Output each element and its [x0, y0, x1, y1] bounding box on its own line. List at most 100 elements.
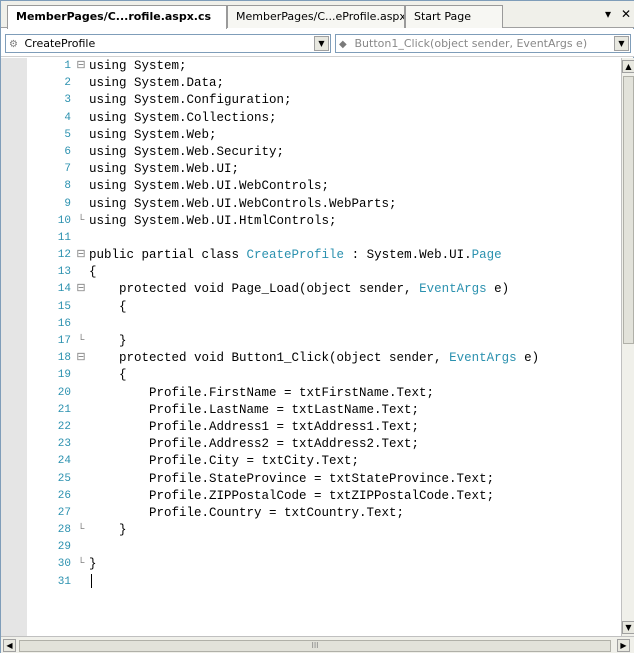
- outline-marker: └: [77, 558, 85, 571]
- code-line[interactable]: 19 {: [27, 367, 621, 384]
- code-line[interactable]: 3 using System.Configuration;: [27, 92, 621, 109]
- code-segment: protected void Button1_Click(object send…: [89, 351, 450, 366]
- code-text: Profile.StateProvince = txtStateProvince…: [89, 471, 494, 488]
- code-text: }: [89, 333, 127, 350]
- code-text: {: [89, 367, 127, 384]
- code-segment: }: [89, 334, 127, 348]
- line-number: 29: [57, 541, 71, 554]
- class-dropdown[interactable]: ⚙ CreateProfile ▼: [5, 34, 331, 53]
- code-line[interactable]: 13 {: [27, 264, 621, 281]
- code-line[interactable]: 30 └}: [27, 556, 621, 573]
- code-line[interactable]: 18 ⊟ protected void Button1_Click(object …: [27, 350, 621, 367]
- close-tab-icon[interactable]: ✕: [621, 7, 631, 21]
- code-text: public partial class CreateProfile : Sys…: [89, 247, 502, 264]
- line-number: 27: [57, 506, 71, 519]
- line-number: 1: [64, 60, 71, 72]
- line-number: 9: [64, 197, 71, 210]
- code-line[interactable]: 17 └ }: [27, 333, 621, 350]
- code-line[interactable]: 15 {: [27, 299, 621, 316]
- line-number: 5: [64, 128, 71, 141]
- code-line[interactable]: 21 Profile.LastName = txtLastName.Text;: [27, 402, 621, 419]
- line-number: 23: [57, 438, 71, 451]
- outline-marker: [74, 471, 88, 488]
- code-text: Profile.FirstName = txtFirstName.Text;: [89, 385, 434, 402]
- horizontal-scrollbar[interactable]: ◀ III ▶: [1, 636, 634, 653]
- scroll-right-icon[interactable]: ▶: [617, 639, 630, 652]
- code-lines: 1 ⊟ using System; 2 using System.Data; 3 using…: [27, 58, 621, 591]
- code-line[interactable]: 16: [27, 316, 621, 333]
- outline-marker: [74, 436, 88, 453]
- code-line[interactable]: 6 using System.Web.Security;: [27, 144, 621, 161]
- outline-marker: [74, 92, 88, 109]
- tab-createprofile-aspx[interactable]: MemberPages/C...eProfile.aspx: [227, 5, 405, 28]
- code-line[interactable]: 24 Profile.City = txtCity.Text;: [27, 453, 621, 470]
- code-line[interactable]: 20 Profile.FirstName = txtFirstName.Text…: [27, 385, 621, 402]
- code-editor[interactable]: 1 ⊟ using System; 2 using System.Data; 3 using…: [1, 58, 621, 636]
- code-line[interactable]: 31: [27, 574, 621, 591]
- line-number: 20: [57, 386, 71, 399]
- collapse-icon[interactable]: ⊟: [74, 247, 88, 264]
- code-line[interactable]: 8 using System.Web.UI.WebControls;: [27, 178, 621, 195]
- code-line[interactable]: 10 └ using System.Web.UI.HtmlControls;: [27, 213, 621, 230]
- tab-createprofile-cs[interactable]: MemberPages/C...rofile.aspx.cs: [7, 5, 227, 29]
- scroll-down-icon[interactable]: ▼: [622, 621, 634, 634]
- chevron-down-icon[interactable]: ▼: [314, 36, 329, 51]
- code-line[interactable]: 5 using System.Web;: [27, 127, 621, 144]
- document-tab-bar: MemberPages/C...rofile.aspx.cs MemberPag…: [1, 1, 634, 29]
- line-number: 2: [64, 77, 71, 90]
- code-text: Profile.Address1 = txtAddress1.Text;: [89, 419, 419, 436]
- line-number: 4: [64, 111, 71, 124]
- vertical-scrollbar[interactable]: ▲ ▼: [621, 58, 634, 636]
- line-number: 25: [57, 472, 71, 485]
- line-number: 26: [57, 489, 71, 502]
- line-number: 13: [57, 266, 71, 279]
- line-number: 19: [57, 369, 71, 382]
- code-line[interactable]: 1 ⊟ using System;: [27, 58, 621, 75]
- outline-marker: [74, 367, 88, 384]
- code-line[interactable]: 2 using System.Data;: [27, 75, 621, 92]
- code-line[interactable]: 7 using System.Web.UI;: [27, 161, 621, 178]
- code-line[interactable]: 14 ⊟ protected void Page_Load(object send…: [27, 281, 621, 298]
- vertical-scroll-thumb[interactable]: [623, 76, 634, 344]
- collapse-icon[interactable]: ⊟: [74, 281, 88, 298]
- chevron-down-icon[interactable]: ▼: [614, 36, 629, 51]
- outline-marker: [74, 505, 88, 522]
- code-line[interactable]: 28 └ }: [27, 522, 621, 539]
- collapse-icon[interactable]: ⊟: [74, 350, 88, 367]
- line-number: 14: [57, 283, 71, 296]
- code-line[interactable]: 25 Profile.StateProvince = txtStateProvi…: [27, 471, 621, 488]
- outline-marker: └: [77, 524, 85, 537]
- outline-marker: [74, 385, 88, 402]
- code-text: {: [89, 264, 97, 281]
- code-text: using System.Web.UI;: [89, 161, 239, 178]
- code-text: }: [89, 556, 97, 573]
- outline-marker: [74, 264, 88, 281]
- type-name: CreateProfile: [246, 248, 345, 263]
- horizontal-scroll-thumb[interactable]: III: [19, 640, 611, 652]
- code-segment: {: [89, 368, 127, 383]
- tab-start-page[interactable]: Start Page: [405, 5, 503, 28]
- code-line[interactable]: 12 ⊟ public partial class CreateProfile : …: [27, 247, 621, 264]
- member-dropdown[interactable]: ◆ Button1_Click(object sender, EventArgs…: [335, 34, 631, 53]
- code-segment: using System.Web.UI.WebControls.WebParts…: [89, 196, 397, 211]
- code-line[interactable]: 23 Profile.Address2 = txtAddress2.Text;: [27, 436, 621, 453]
- code-line[interactable]: 27 Profile.Country = txtCountry.Text;: [27, 505, 621, 522]
- collapse-icon[interactable]: ⊟: [74, 58, 88, 75]
- code-text: Profile.Country = txtCountry.Text;: [89, 505, 404, 522]
- code-text: Profile.ZIPPostalCode = txtZIPPostalCode…: [89, 488, 494, 505]
- code-text: Profile.Address2 = txtAddress2.Text;: [89, 436, 419, 453]
- code-segment: Profile.Address2 = txtAddress2.Text;: [89, 437, 420, 452]
- code-line[interactable]: 11: [27, 230, 621, 247]
- code-line[interactable]: 22 Profile.Address1 = txtAddress1.Text;: [27, 419, 621, 436]
- scroll-left-icon[interactable]: ◀: [3, 639, 16, 652]
- code-line[interactable]: 9 using System.Web.UI.WebControls.WebPart…: [27, 196, 621, 213]
- code-segment: protected void Page_Load(object sender,: [89, 282, 420, 297]
- code-line[interactable]: 29: [27, 539, 621, 556]
- tab-list-dropdown-icon[interactable]: ▾: [605, 7, 611, 21]
- line-number: 28: [57, 524, 71, 537]
- code-line[interactable]: 26 Profile.ZIPPostalCode = txtZIPPostalC…: [27, 488, 621, 505]
- code-line[interactable]: 4 using System.Collections;: [27, 110, 621, 127]
- outline-marker: [74, 178, 88, 195]
- code-text: Profile.LastName = txtLastName.Text;: [89, 402, 419, 419]
- scroll-up-icon[interactable]: ▲: [622, 60, 634, 73]
